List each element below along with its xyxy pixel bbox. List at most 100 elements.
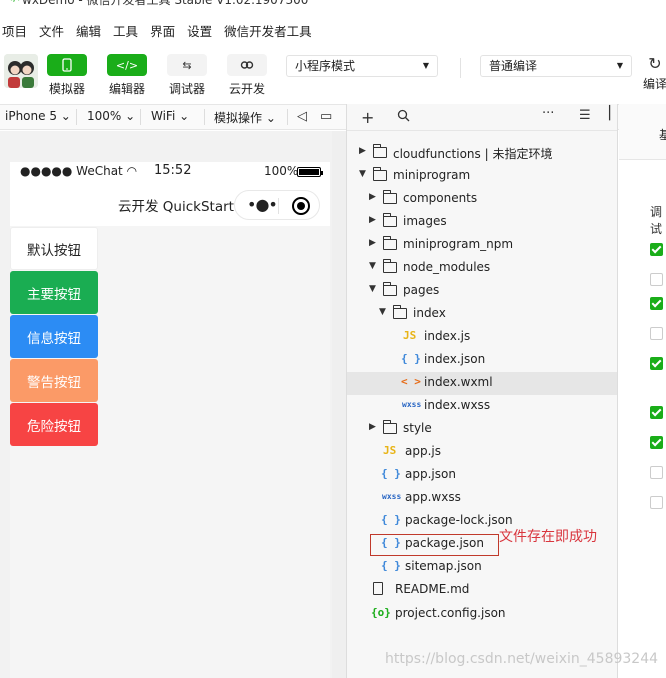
search-icon[interactable] xyxy=(397,109,410,126)
warn-button[interactable]: 警告按钮 xyxy=(10,359,98,402)
phone-icon xyxy=(47,54,87,76)
info-button[interactable]: 信息按钮 xyxy=(10,315,98,358)
chevron-right-icon: ▶ xyxy=(369,422,376,432)
menu-bar: 项目 文件 编辑 工具 界面 设置 微信开发者工具 xyxy=(0,20,666,40)
right-panel-tab[interactable]: 基 xyxy=(659,126,666,143)
more-icon[interactable]: ··· xyxy=(542,106,554,121)
sort-icon[interactable]: ☰ xyxy=(579,108,591,123)
primary-button[interactable]: 主要按钮 xyxy=(10,271,98,314)
chevron-down-icon: ▼ xyxy=(359,169,366,179)
subbar-divider xyxy=(204,109,205,125)
menu-file[interactable]: 文件 xyxy=(39,21,64,40)
subbar-divider xyxy=(287,109,288,125)
phone-status-bar: ●●●●● WeChat ◠ 15:52 100% xyxy=(10,162,330,182)
checkbox[interactable] xyxy=(650,273,663,286)
tree-item-images[interactable]: ▶ images xyxy=(347,211,617,234)
tree-item-label: pages xyxy=(403,283,440,297)
battery-percent: 100% xyxy=(264,164,299,178)
more-icon[interactable]: •●• xyxy=(247,195,278,214)
tree-item-label: components xyxy=(403,191,478,205)
tree-item-index[interactable]: ▼ index xyxy=(347,303,617,326)
tree-item-index-wxss[interactable]: wxss index.wxss xyxy=(347,395,617,418)
compile-select[interactable]: 普通编译 ▼ xyxy=(480,55,632,77)
panel-edge-icon[interactable]: ▏ xyxy=(609,106,619,121)
tree-item-sitemap-json[interactable]: { } sitemap.json xyxy=(347,556,617,579)
checkbox[interactable] xyxy=(650,496,663,509)
sim-ops-select[interactable]: 模拟操作 ⌄ xyxy=(214,109,276,126)
mode-select[interactable]: 小程序模式 ▼ xyxy=(286,55,438,77)
device-value: iPhone 5 xyxy=(5,109,57,123)
checkbox[interactable] xyxy=(650,243,663,256)
folder-open-icon xyxy=(383,259,397,273)
checkbox[interactable] xyxy=(650,466,663,479)
menu-settings[interactable]: 设置 xyxy=(187,21,212,40)
network-value: WiFi xyxy=(151,109,176,123)
tree-item-index-json[interactable]: { } index.json xyxy=(347,349,617,372)
checkbox[interactable] xyxy=(650,406,663,419)
menu-tools[interactable]: 工具 xyxy=(113,21,138,40)
tree-item-index-js[interactable]: JS index.js xyxy=(347,326,617,349)
menu-devtools[interactable]: 微信开发者工具 xyxy=(224,21,312,40)
wxml-file-icon: < > xyxy=(401,375,421,388)
menu-view[interactable]: 界面 xyxy=(150,21,175,40)
debug-icon: ⇆ xyxy=(167,54,207,76)
debugger-toggle[interactable]: ⇆ 调试器 xyxy=(162,54,212,97)
chevron-down-icon: ▼ xyxy=(369,284,376,294)
add-icon[interactable]: + xyxy=(361,108,374,127)
simulator-scrollbar[interactable] xyxy=(332,131,346,678)
simulator-area: ●●●●● WeChat ◠ 15:52 100% 云开发 QuickStart… xyxy=(0,131,346,678)
default-button[interactable]: 默认按钮 xyxy=(10,227,98,270)
status-time: 15:52 xyxy=(154,163,192,178)
tree-item-label: app.json xyxy=(405,467,456,481)
tree-item-cloudfunctions[interactable]: ▶ cloudfunctions | 未指定环境 xyxy=(347,142,617,165)
tree-item-project-config[interactable]: {o} project.config.json xyxy=(347,603,617,626)
avatar[interactable] xyxy=(4,54,38,88)
checkbox[interactable] xyxy=(650,297,663,310)
tree-item-app-wxss[interactable]: wxss app.wxss xyxy=(347,487,617,510)
file-explorer: + ··· ☰ ▏ ▶ cloudfunctions | 未指定环境 ▼ min… xyxy=(346,104,619,678)
checkbox[interactable] xyxy=(650,327,663,340)
menu-project[interactable]: 项目 xyxy=(2,21,27,40)
checkbox[interactable] xyxy=(650,436,663,449)
phone-screen: ●●●●● WeChat ◠ 15:52 100% 云开发 QuickStart… xyxy=(10,162,330,678)
subbar-divider xyxy=(140,109,141,125)
tree-item-pages[interactable]: ▼ pages xyxy=(347,280,617,303)
tree-item-readme[interactable]: README.md xyxy=(347,579,617,602)
tree-item-label: app.wxss xyxy=(405,490,461,504)
subbar-divider xyxy=(76,109,77,125)
menu-edit[interactable]: 编辑 xyxy=(76,21,101,40)
checkbox[interactable] xyxy=(650,357,663,370)
tree-item-app-js[interactable]: JS app.js xyxy=(347,441,617,464)
compile-button[interactable]: ↻ 编译 xyxy=(640,54,666,92)
tree-item-node-modules[interactable]: ▼ node_modules xyxy=(347,257,617,280)
device-select[interactable]: iPhone 5 ⌄ xyxy=(5,109,71,123)
tree-item-label: style xyxy=(403,421,432,435)
close-target-icon[interactable] xyxy=(292,197,310,215)
chevron-right-icon: ▶ xyxy=(369,192,376,202)
simulator-toggle[interactable]: 模拟器 xyxy=(42,54,92,97)
mute-icon[interactable]: ◁ xyxy=(297,109,307,124)
annotation-text: 文件存在即成功 xyxy=(499,529,597,545)
chevron-right-icon: ▶ xyxy=(359,146,366,156)
editor-toggle[interactable]: </> 编辑器 xyxy=(102,54,152,97)
window-icon[interactable]: ▭ xyxy=(320,109,332,124)
cloud-folder-icon xyxy=(373,144,387,158)
danger-button[interactable]: 危险按钮 xyxy=(10,403,98,446)
zoom-select[interactable]: 100% ⌄ xyxy=(87,109,135,123)
json-file-icon: { } xyxy=(381,513,401,526)
tree-item-index-wxml[interactable]: < > index.wxml xyxy=(347,372,617,395)
tree-item-app-json[interactable]: { } app.json xyxy=(347,464,617,487)
tree-item-miniprogram[interactable]: ▼ miniprogram xyxy=(347,165,617,188)
mode-select-value: 小程序模式 xyxy=(295,59,356,73)
battery-icon xyxy=(297,167,323,177)
cloud-dev-button[interactable]: 云开发 xyxy=(222,54,272,97)
tree-item-label: package-lock.json xyxy=(405,513,513,527)
avatar-image xyxy=(4,54,38,88)
tree-item-label: app.js xyxy=(405,444,441,458)
window-title: wxDemo - 微信开发者工具 Stable V1.02.1907300 xyxy=(22,0,309,7)
tree-item-miniprogram-npm[interactable]: ▶ miniprogram_npm xyxy=(347,234,617,257)
tree-item-style[interactable]: ▶ style xyxy=(347,418,617,441)
tree-item-components[interactable]: ▶ components xyxy=(347,188,617,211)
network-select[interactable]: WiFi ⌄ xyxy=(151,109,189,123)
chevron-down-icon: ▼ xyxy=(369,261,376,271)
